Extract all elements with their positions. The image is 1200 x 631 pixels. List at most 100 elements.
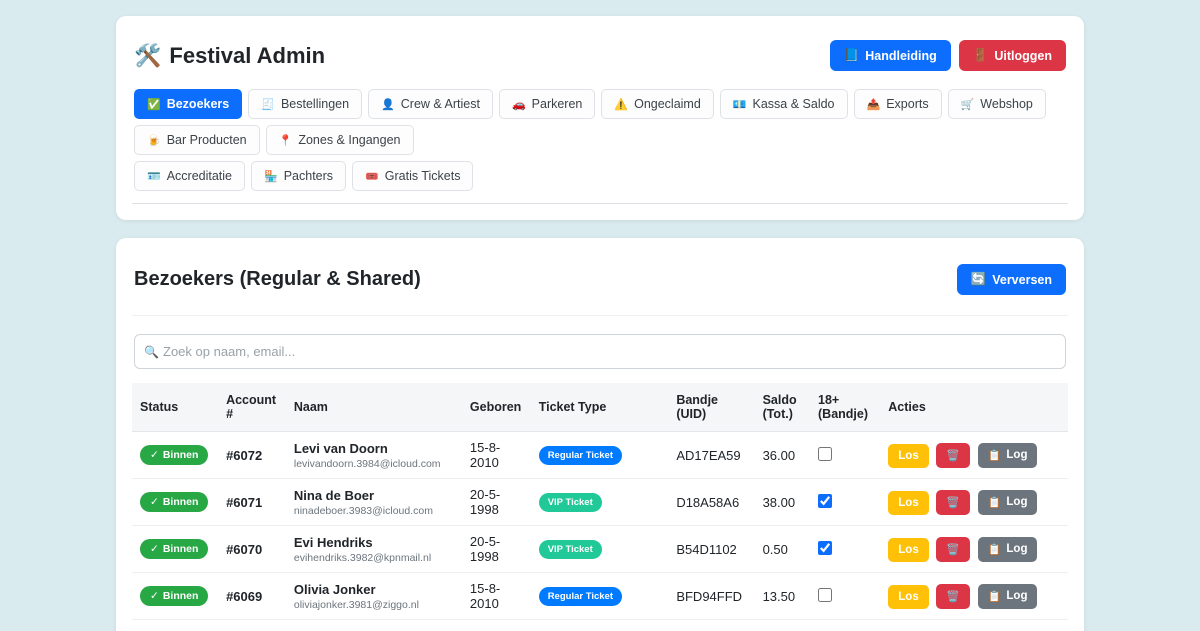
delete-button[interactable]: 🗑️ [936,537,970,562]
tab-pachters[interactable]: 🏪 Pachters [251,161,346,191]
tab-crew-artiest[interactable]: 👤 Crew & Artiest [368,89,493,119]
status-check-icon: ✓ [150,543,159,555]
account-number: #6071 [218,479,286,526]
status-label: Binnen [163,590,199,602]
tab-accreditatie[interactable]: 🪪 Accreditatie [134,161,245,191]
visitor-email: levivandoorn.3984@icloud.com [294,458,454,470]
tab-label: Bar Producten [167,133,247,147]
book-icon: 📘 [844,48,860,63]
tab-gratis-tickets[interactable]: 🎟️ Gratis Tickets [352,161,473,191]
tab-bar-producten[interactable]: 🍺 Bar Producten [134,125,260,155]
table-row: ✓Binnen #6068 Lieke Schouten liekeschout… [132,620,1068,631]
tabs-row-2: 🪪 Accreditatie 🏪 Pachters 🎟️ Gratis Tick… [134,161,1066,191]
header-top-row: 🛠️ Festival Admin 📘 Handleiding 🚪 Uitlog… [132,32,1068,89]
tab-icon: 👤 [381,98,395,111]
table-row: ✓Binnen #6071 Nina de Boer ninadeboer.39… [132,479,1068,526]
tools-icon: 🛠️ [134,43,161,69]
search-input[interactable] [134,334,1066,369]
delete-button[interactable]: 🗑️ [936,490,970,515]
handleiding-button[interactable]: 📘 Handleiding [830,40,951,71]
visitor-name: Levi van Doorn [294,441,454,456]
birth-date: 20-5-1998 [462,526,531,573]
visitor-name: Nina de Boer [294,488,454,503]
band-uid: AD17EA59 [668,432,754,479]
tab-ongeclaimd[interactable]: ⚠️ Ongeclaimd [601,89,713,119]
primary-action-button[interactable]: Los [888,444,928,468]
status-check-icon: ✓ [150,496,159,508]
tab-bezoekers[interactable]: ✅ Bezoekers [134,89,242,119]
saldo-value: 5.70 [755,620,810,631]
tab-icon: 🪪 [147,170,161,183]
primary-action-button[interactable]: Los [888,538,928,562]
primary-action-button[interactable]: Los [888,491,928,515]
status-label: Binnen [163,543,199,555]
log-icon: 📋 [988,543,1002,556]
tab-icon: 💶 [733,98,747,111]
column-header: Naam [286,383,462,432]
adult-band-checkbox[interactable] [818,588,832,602]
tab-exports[interactable]: 📤 Exports [854,89,942,119]
saldo-value: 38.00 [755,479,810,526]
saldo-value: 13.50 [755,573,810,620]
page-container: 🛠️ Festival Admin 📘 Handleiding 🚪 Uitlog… [116,16,1084,631]
log-button[interactable]: 📋 Log [978,490,1038,515]
adult-band-checkbox[interactable] [818,494,832,508]
log-label: Log [1006,496,1027,508]
log-icon: 📋 [988,496,1002,509]
column-header: Ticket Type [531,383,669,432]
tab-icon: 📍 [279,134,293,147]
log-icon: 📋 [988,449,1002,462]
ticket-type-badge: Regular Ticket [539,446,622,465]
log-button[interactable]: 📋 Log [978,584,1038,609]
adult-band-checkbox[interactable] [818,447,832,461]
adult-band-checkbox[interactable] [818,541,832,555]
uitloggen-button[interactable]: 🚪 Uitloggen [959,40,1066,71]
column-header: Bandje (UID) [668,383,754,432]
tab-webshop[interactable]: 🛒 Webshop [948,89,1046,119]
column-header: Status [132,383,218,432]
saldo-value: 36.00 [755,432,810,479]
delete-button[interactable]: 🗑️ [936,443,970,468]
header-actions: 📘 Handleiding 🚪 Uitloggen [830,40,1066,71]
log-button[interactable]: 📋Log [978,443,1038,468]
table-row: ✓Binnen #6069 Olivia Jonker oliviajonker… [132,573,1068,620]
column-header: Geboren [462,383,531,432]
status-badge: ✓Binnen [140,586,208,606]
refresh-icon: 🔄 [971,272,987,287]
tab-label: Zones & Ingangen [298,133,400,147]
table-row: ✓Binnen #6072 Levi van Doorn levivandoor… [132,432,1068,479]
log-label: Log [1006,590,1027,602]
table-header-row: StatusAccount #NaamGeborenTicket TypeBan… [132,383,1068,432]
status-badge: ✓Binnen [140,492,208,512]
visitor-email: evihendriks.3982@kpnmail.nl [294,552,454,564]
visitor-name: Olivia Jonker [294,582,454,597]
tab-label: Bestellingen [281,97,349,111]
tab-kassa-saldo[interactable]: 💶 Kassa & Saldo [720,89,848,119]
status-badge: ✓ Binnen [140,539,208,559]
log-button[interactable]: 📋 Log [978,537,1038,562]
tab-zones-ingangen[interactable]: 📍 Zones & Ingangen [266,125,414,155]
log-label: Log [1006,543,1027,555]
log-icon: 📋 [988,590,1002,603]
band-uid: 3494B8B0 [668,620,754,631]
tab-icon: 🚗 [512,98,526,111]
tab-icon: 🧾 [261,98,275,111]
refresh-button[interactable]: 🔄 Verversen [957,264,1066,295]
tab-parkeren[interactable]: 🚗 Parkeren [499,89,595,119]
column-header: Account # [218,383,286,432]
uitloggen-label: Uitloggen [994,49,1052,63]
account-number: #6070 [218,526,286,573]
logout-icon: 🚪 [973,48,989,63]
band-uid: B54D1102 [668,526,754,573]
tab-label: Gratis Tickets [385,169,461,183]
tab-label: Accreditatie [167,169,232,183]
band-uid: D18A58A6 [668,479,754,526]
tab-icon: ✅ [147,98,161,111]
tab-label: Crew & Artiest [401,97,480,111]
visitors-card-header: Bezoekers (Regular & Shared) 🔄 Verversen [132,254,1068,316]
tab-bestellingen[interactable]: 🧾 Bestellingen [248,89,362,119]
account-number: #6068 [218,620,286,631]
delete-button[interactable]: 🗑️ [936,584,970,609]
primary-action-button[interactable]: Los [888,585,928,609]
tab-label: Exports [886,97,928,111]
